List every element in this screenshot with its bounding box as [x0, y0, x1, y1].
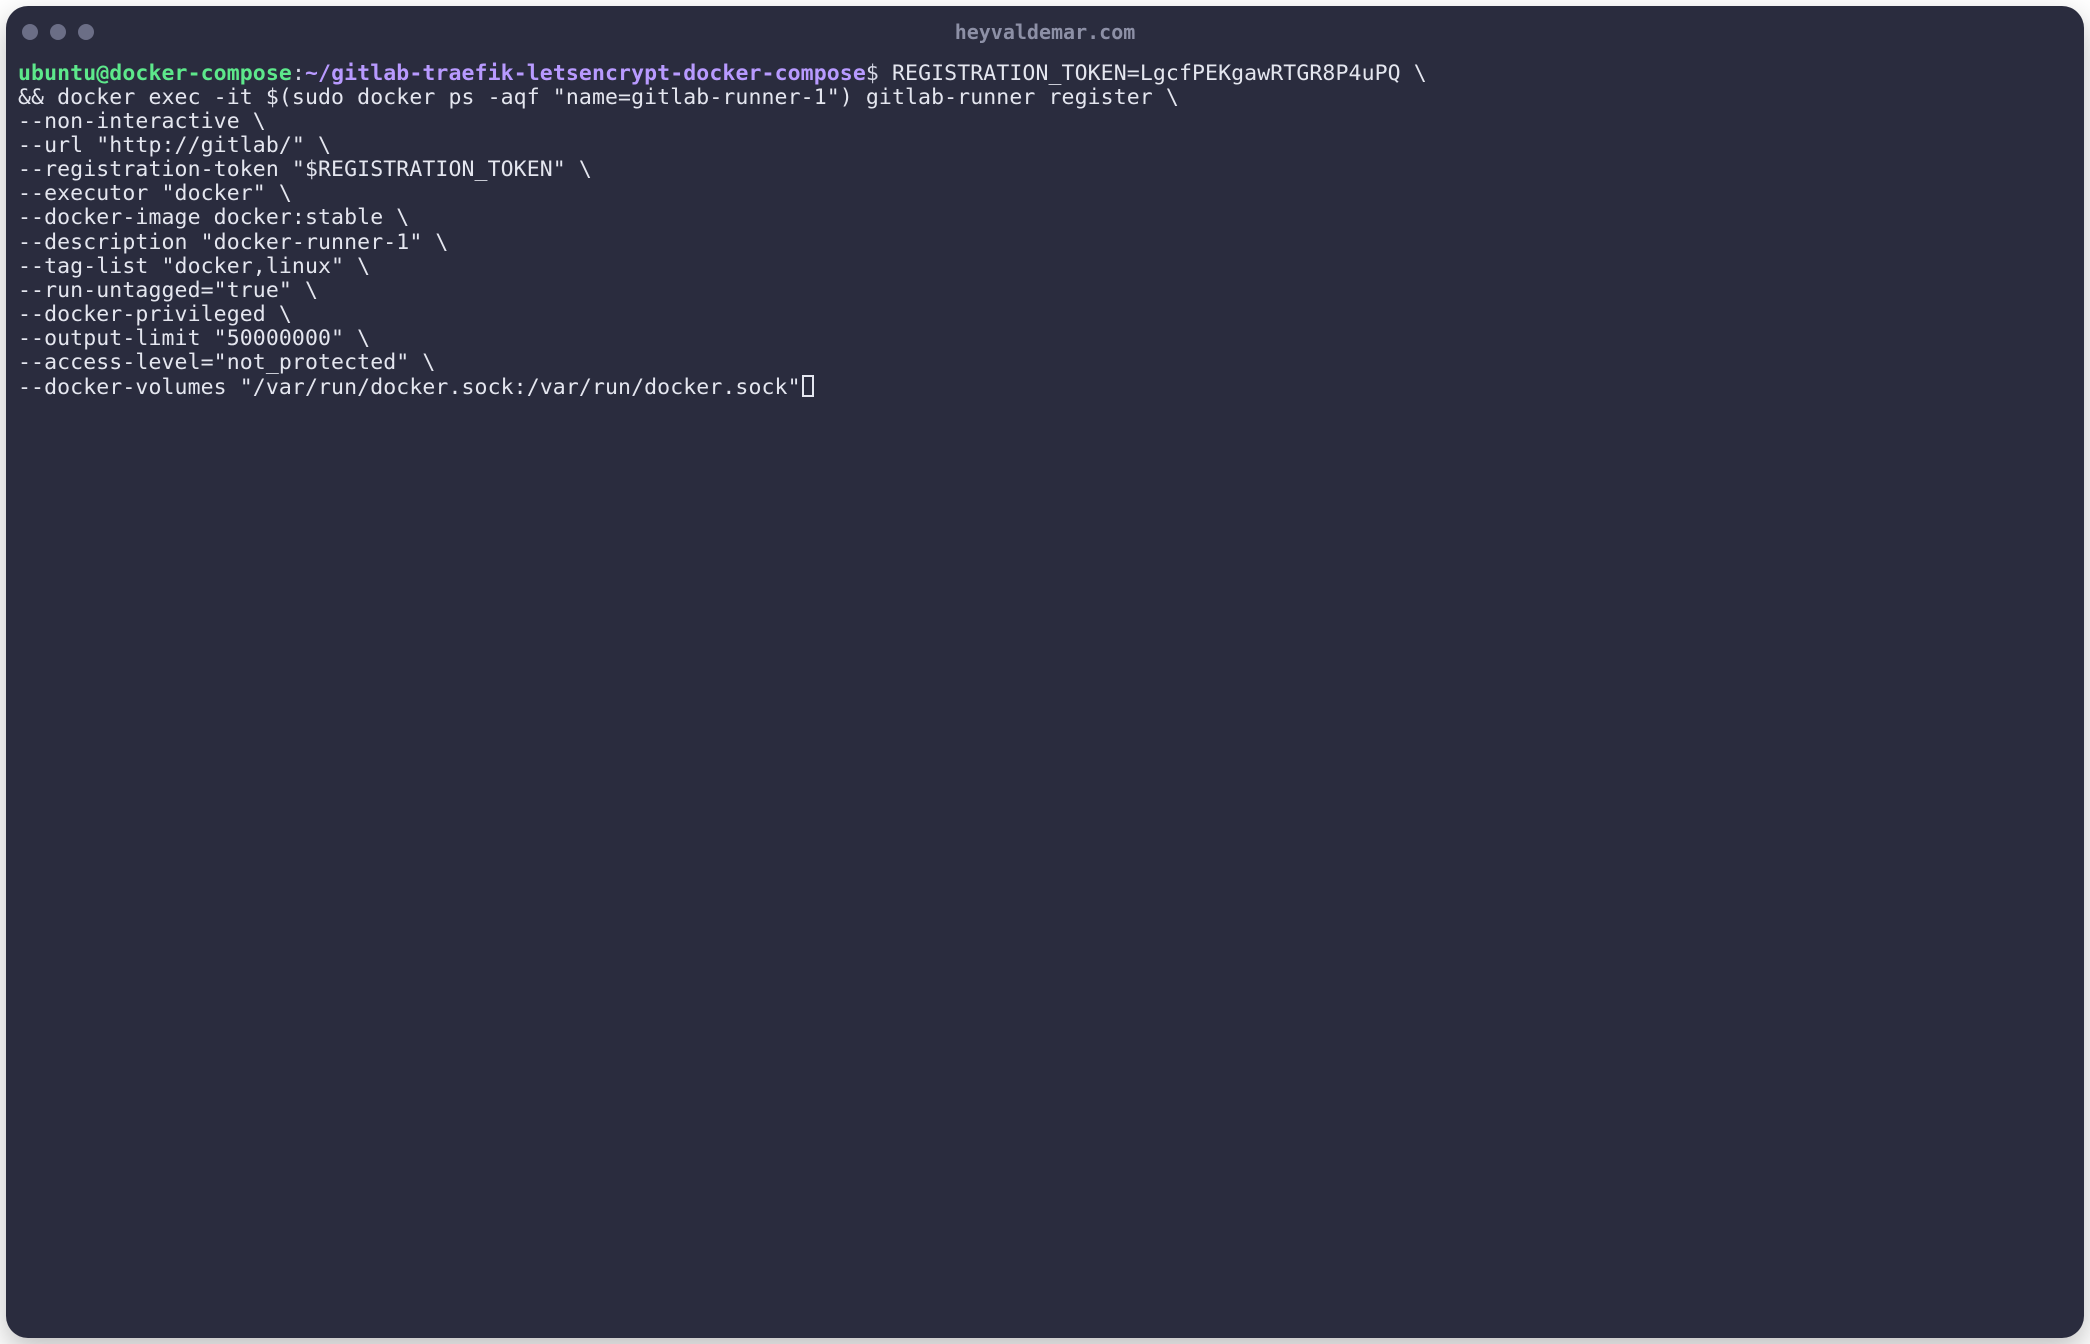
window-controls — [22, 24, 94, 40]
command-continuation: && docker exec -it $(sudo docker ps -aqf… — [18, 85, 1179, 400]
terminal-window: heyvaldemar.com ubuntu@docker-compose:~/… — [6, 6, 2084, 1338]
prompt-dollar: $ — [866, 61, 879, 86]
window-title: heyvaldemar.com — [6, 20, 2084, 44]
window-titlebar: heyvaldemar.com — [6, 6, 2084, 58]
cursor-icon — [802, 375, 814, 397]
terminal-body[interactable]: ubuntu@docker-compose:~/gitlab-traefik-l… — [6, 58, 2084, 1338]
prompt-user: ubuntu@docker-compose — [18, 61, 292, 86]
prompt-colon: : — [292, 61, 305, 86]
minimize-icon[interactable] — [50, 24, 66, 40]
prompt-path: ~/gitlab-traefik-letsencrypt-docker-comp… — [305, 61, 866, 86]
zoom-icon[interactable] — [78, 24, 94, 40]
close-icon[interactable] — [22, 24, 38, 40]
command-first-line: REGISTRATION_TOKEN=LgcfPEKgawRTGR8P4uPQ … — [879, 61, 1427, 86]
